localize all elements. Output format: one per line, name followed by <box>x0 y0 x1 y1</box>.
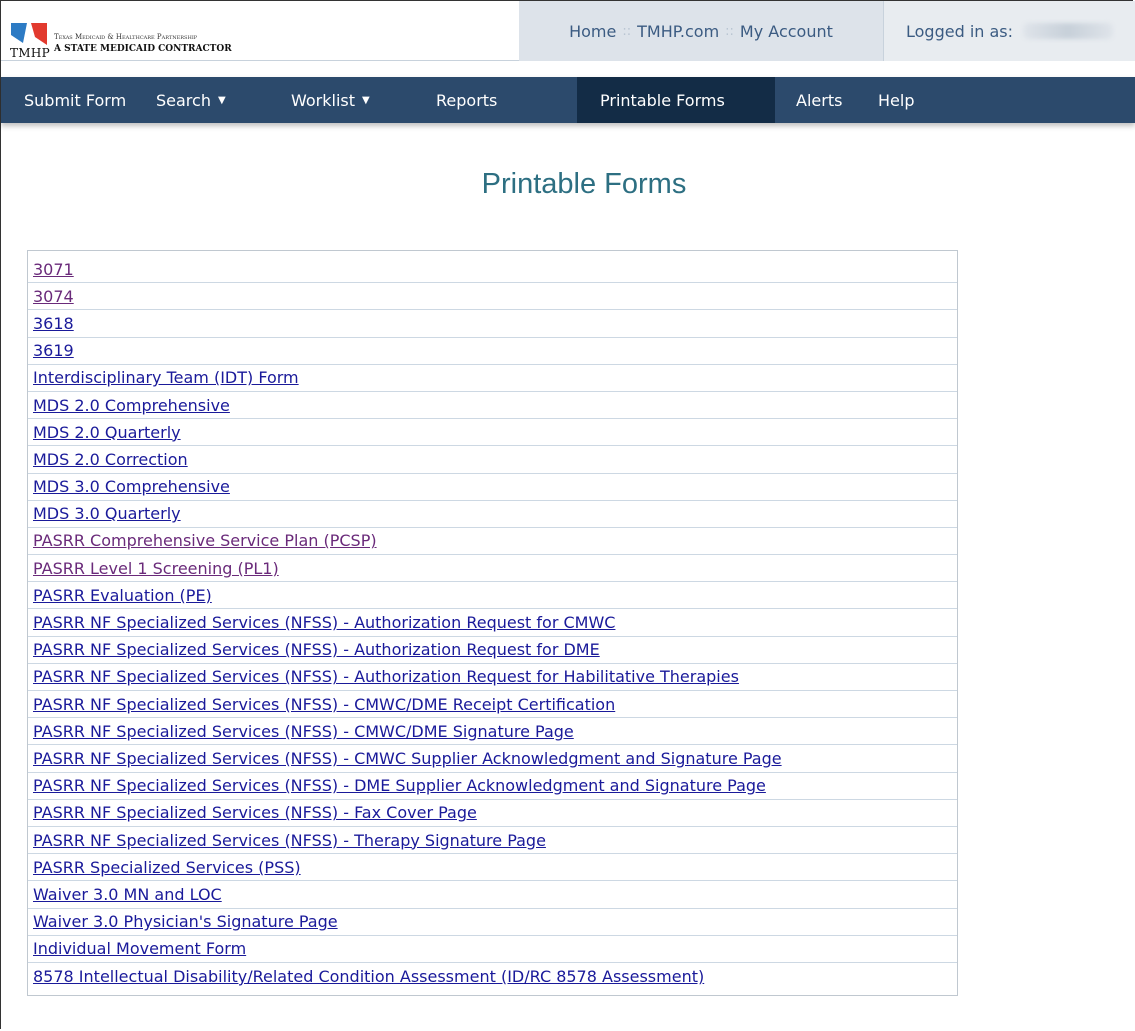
nav-label: Worklist <box>291 90 356 110</box>
nav-label: Printable Forms <box>600 90 725 110</box>
form-link[interactable]: Waiver 3.0 MN and LOC <box>33 885 222 904</box>
form-link[interactable]: Interdisciplinary Team (IDT) Form <box>33 368 299 387</box>
redacted-username <box>1023 23 1114 39</box>
list-item: 3619 <box>28 338 957 365</box>
list-item: 3618 <box>28 310 957 338</box>
list-item: PASRR NF Specialized Services (NFSS) - T… <box>28 827 957 855</box>
tmhp-logo[interactable]: TMHP Texas Medicaid & Healthcare Partner… <box>9 21 309 61</box>
nav-search[interactable]: Search ▼ <box>156 77 291 123</box>
chevron-down-icon: ▼ <box>362 94 370 106</box>
form-link[interactable]: 3618 <box>33 314 74 333</box>
tmhp-logo-icon <box>11 23 47 45</box>
form-link[interactable]: MDS 2.0 Correction <box>33 450 188 469</box>
list-item: Waiver 3.0 MN and LOC <box>28 881 957 909</box>
printable-forms-list: 3071 3074 3618 3619 Interdisciplinary Team (… <box>27 250 958 997</box>
form-link[interactable]: PASRR NF Specialized Services (NFSS) - D… <box>33 776 766 795</box>
form-link[interactable]: MDS 3.0 Comprehensive <box>33 477 230 496</box>
logo-organization-name: Texas Medicaid & Healthcare Partnership <box>54 33 198 41</box>
tmhp-com-link[interactable]: TMHP.com <box>637 22 719 41</box>
form-link[interactable]: 3619 <box>33 341 74 360</box>
form-link[interactable]: 8578 Intellectual Disability/Related Con… <box>33 967 704 986</box>
list-item: MDS 3.0 Comprehensive <box>28 474 957 501</box>
list-item: PASRR NF Specialized Services (NFSS) - C… <box>28 745 957 773</box>
my-account-link[interactable]: My Account <box>740 22 833 41</box>
list-item: MDS 2.0 Comprehensive <box>28 392 957 420</box>
list-item: PASRR NF Specialized Services (NFSS) - A… <box>28 637 957 664</box>
list-item: MDS 3.0 Quarterly <box>28 501 957 528</box>
form-link[interactable]: MDS 2.0 Quarterly <box>33 423 181 442</box>
list-item: PASRR NF Specialized Services (NFSS) - A… <box>28 609 957 637</box>
form-link[interactable]: PASRR NF Specialized Services (NFSS) - C… <box>33 749 782 768</box>
top-links: Home :: TMHP.com :: My Account <box>519 1 883 61</box>
list-item: MDS 2.0 Correction <box>28 446 957 474</box>
nav-label: Help <box>878 90 915 110</box>
form-link[interactable]: PASRR NF Specialized Services (NFSS) - A… <box>33 640 600 659</box>
logged-in-label: Logged in as: <box>906 21 1014 41</box>
chevron-down-icon: ▼ <box>217 94 226 106</box>
form-link[interactable]: PASRR NF Specialized Services (NFSS) - A… <box>33 613 615 632</box>
nav-label: Alerts <box>796 90 843 110</box>
form-link[interactable]: Individual Movement Form <box>33 939 246 958</box>
list-item: PASRR Comprehensive Service Plan (PCSP) <box>28 528 957 556</box>
form-link[interactable]: PASRR NF Specialized Services (NFSS) - C… <box>33 722 574 741</box>
form-link[interactable]: PASRR Evaluation (PE) <box>33 586 212 605</box>
form-link[interactable]: PASRR Comprehensive Service Plan (PCSP) <box>33 531 377 550</box>
list-item: 8578 Intellectual Disability/Related Con… <box>28 963 957 990</box>
form-link[interactable]: 3071 <box>33 260 74 279</box>
nav-reports[interactable]: Reports <box>436 77 577 123</box>
nav-alerts[interactable]: Alerts <box>775 77 878 123</box>
list-item: PASRR NF Specialized Services (NFSS) - C… <box>28 718 957 746</box>
list-item: Interdisciplinary Team (IDT) Form <box>28 365 957 392</box>
nav-label: Reports <box>436 90 498 110</box>
main-navigation: Submit Form Search ▼ Worklist ▼ Reports … <box>1 77 1135 123</box>
list-item: Waiver 3.0 Physician's Signature Page <box>28 909 957 936</box>
form-link[interactable]: PASRR NF Specialized Services (NFSS) - T… <box>33 831 546 850</box>
nav-worklist[interactable]: Worklist ▼ <box>291 77 436 123</box>
list-item: 3074 <box>28 283 957 311</box>
list-item: PASRR NF Specialized Services (NFSS) - D… <box>28 773 957 800</box>
nav-label: Search <box>156 90 211 110</box>
form-link[interactable]: PASRR Specialized Services (PSS) <box>33 858 301 877</box>
form-link[interactable]: 3074 <box>33 287 74 306</box>
link-separator: :: <box>622 23 632 39</box>
logo-tagline: A STATE MEDICAID CONTRACTOR <box>54 44 232 54</box>
form-link[interactable]: Waiver 3.0 Physician's Signature Page <box>33 912 338 931</box>
nav-printable-forms[interactable]: Printable Forms <box>577 77 775 123</box>
page-title: Printable Forms <box>481 168 687 200</box>
home-link[interactable]: Home <box>569 22 616 41</box>
list-item: 3071 <box>28 256 957 284</box>
list-item: PASRR Specialized Services (PSS) <box>28 854 957 882</box>
nav-submit-form[interactable]: Submit Form <box>1 77 156 123</box>
form-link[interactable]: PASRR Level 1 Screening (PL1) <box>33 559 279 578</box>
logged-in-status: Logged in as: <box>883 1 1135 61</box>
list-item: MDS 2.0 Quarterly <box>28 419 957 447</box>
list-item: PASRR Evaluation (PE) <box>28 582 957 610</box>
nav-label: Submit Form <box>24 90 127 110</box>
list-item: PASRR NF Specialized Services (NFSS) - F… <box>28 800 957 827</box>
form-link[interactable]: PASRR NF Specialized Services (NFSS) - C… <box>33 695 615 714</box>
site-header: TMHP Texas Medicaid & Healthcare Partner… <box>1 1 1135 61</box>
list-item: PASRR NF Specialized Services (NFSS) - C… <box>28 691 957 719</box>
form-link[interactable]: MDS 2.0 Comprehensive <box>33 396 230 415</box>
form-link[interactable]: MDS 3.0 Quarterly <box>33 504 181 523</box>
list-item: PASRR Level 1 Screening (PL1) <box>28 555 957 583</box>
list-item: PASRR NF Specialized Services (NFSS) - A… <box>28 664 957 691</box>
list-item: Individual Movement Form <box>28 936 957 963</box>
logo-abbreviation: TMHP <box>10 46 51 60</box>
form-link[interactable]: PASRR NF Specialized Services (NFSS) - F… <box>33 803 477 822</box>
link-separator: :: <box>725 23 734 39</box>
nav-help[interactable]: Help <box>878 77 958 123</box>
form-link[interactable]: PASRR NF Specialized Services (NFSS) - A… <box>33 667 739 686</box>
